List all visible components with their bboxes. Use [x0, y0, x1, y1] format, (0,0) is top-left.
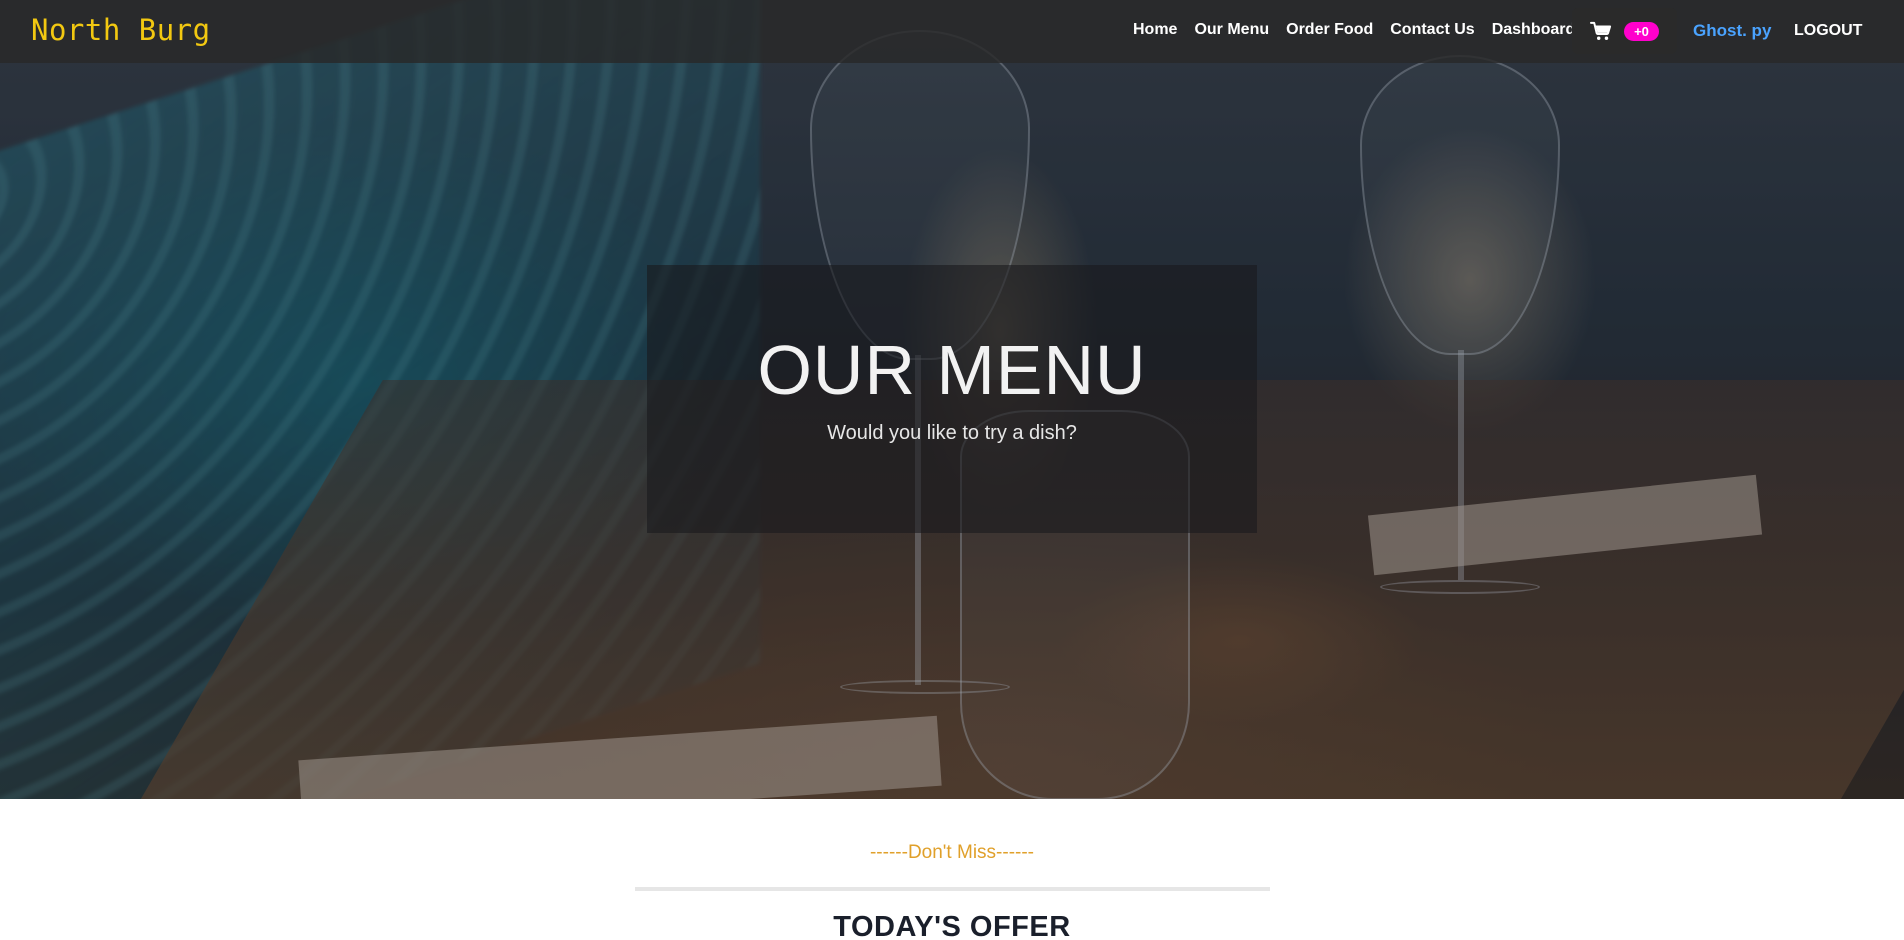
todays-offer-section: ------Don't Miss------ TODAY'S OFFER — [0, 799, 1904, 940]
cart-icon — [1590, 21, 1612, 40]
cart-button[interactable]: +0 — [1572, 8, 1677, 54]
nav-home[interactable]: Home — [1133, 21, 1177, 39]
nav-our-menu[interactable]: Our Menu — [1194, 21, 1269, 39]
hero-banner: OUR MENU Would you like to try a dish? — [0, 0, 1904, 799]
section-title: TODAY'S OFFER — [833, 911, 1071, 940]
section-divider — [635, 887, 1270, 891]
user-profile-link[interactable]: Ghost. py — [1693, 21, 1771, 41]
page-subtitle: Would you like to try a dish? — [827, 422, 1077, 444]
page-title: OUR MENU — [757, 331, 1147, 409]
nav-dashboard[interactable]: Dashboard — [1492, 21, 1576, 39]
nav-links: Home Our Menu Order Food Contact Us Dash… — [1133, 21, 1575, 39]
cart-count-badge: +0 — [1624, 21, 1659, 41]
logout-button[interactable]: LOGOUT — [1794, 22, 1862, 40]
top-navbar: North Burg Home Our Menu Order Food Cont… — [0, 0, 1904, 63]
hero-caption-box: OUR MENU Would you like to try a dish? — [647, 265, 1257, 533]
nav-contact-us[interactable]: Contact Us — [1390, 21, 1474, 39]
brand-logo[interactable]: North Burg — [31, 13, 211, 47]
nav-order-food[interactable]: Order Food — [1286, 21, 1373, 39]
section-kicker: ------Don't Miss------ — [869, 842, 1034, 863]
